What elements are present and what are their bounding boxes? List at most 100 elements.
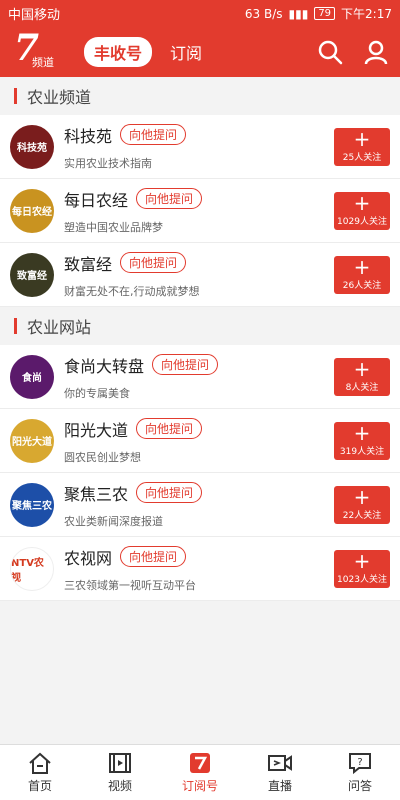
list-item[interactable]: 科技苑 科技苑 向他提问 实用农业技术指南 + 25人关注 [0, 115, 400, 179]
nav-label: 直播 [267, 779, 292, 793]
avatar: 致富经 [10, 252, 54, 297]
plus-icon: + [353, 357, 371, 381]
network-speed: 63 B/s [244, 6, 283, 21]
nav-label: 视频 [107, 779, 132, 793]
item-name: 食尚大转盘 [64, 356, 145, 376]
item-title-row: 每日农经 向他提问 [64, 187, 334, 211]
avatar-text: NTV农视 [11, 557, 44, 584]
avatar: 科技苑 [10, 124, 54, 169]
item-name: 每日农经 [64, 190, 129, 210]
item-desc: 塑造中国农业品牌梦 [64, 220, 163, 234]
item-title-row: 聚焦三农 向他提问 [64, 481, 334, 505]
item-name: 聚焦三农 [64, 484, 129, 504]
follow-button[interactable]: + 25人关注 [334, 127, 390, 166]
nav-subscribe[interactable]: 订阅号 [160, 745, 240, 800]
item-info: 每日农经 向他提问 塑造中国农业品牌梦 [64, 187, 334, 235]
search-icon[interactable] [316, 38, 344, 66]
item-title-row: 科技苑 向他提问 [64, 123, 334, 147]
follow-count: 26人关注 [342, 281, 382, 291]
follow-button[interactable]: + 22人关注 [334, 485, 390, 524]
ask-button[interactable]: 向他提问 [120, 124, 187, 145]
nav-label: 问答 [347, 779, 372, 793]
ask-button[interactable]: 向他提问 [120, 252, 187, 273]
item-desc: 你的专属美食 [64, 386, 130, 400]
section-header-agri-sites: 农业网站 [0, 307, 400, 345]
signal-icon: ▮▮▮ [288, 6, 309, 21]
item-info: 农视网 向他提问 三农领域第一视听互动平台 [64, 545, 334, 593]
item-name: 阳光大道 [64, 420, 129, 440]
section-accent-bar [14, 88, 17, 104]
avatar-text: 食尚 [22, 373, 42, 384]
user-icon[interactable] [362, 38, 390, 66]
item-info: 致富经 向他提问 财富无处不在,行动成就梦想 [64, 251, 334, 299]
list-item[interactable]: NTV农视 农视网 向他提问 三农领域第一视听互动平台 + 1023人关注 [0, 537, 400, 601]
plus-icon: + [353, 127, 371, 151]
list-item[interactable]: 阳光大道 阳光大道 向他提问 圆农民创业梦想 + 319人关注 [0, 409, 400, 473]
tab-subscribe[interactable]: 订阅 [170, 40, 202, 64]
qa-icon: ? [349, 753, 371, 775]
nav-live[interactable]: 直播 [240, 745, 320, 800]
ask-button[interactable]: 向他提问 [152, 354, 219, 375]
list-item[interactable]: 聚焦三农 聚焦三农 向他提问 农业类新闻深度报道 + 22人关注 [0, 473, 400, 537]
item-desc: 农业类新闻深度报道 [64, 514, 163, 528]
battery-icon: 79 [314, 7, 336, 20]
item-name: 农视网 [64, 548, 113, 568]
nav-qa[interactable]: ? 问答 [320, 745, 400, 800]
follow-button[interactable]: + 26人关注 [334, 255, 390, 294]
follow-count: 8人关注 [345, 383, 379, 393]
section-title: 农业网站 [27, 318, 92, 337]
section-header-agri-channel: 农业频道 [0, 77, 400, 115]
avatar-text: 致富经 [17, 271, 47, 282]
nav-label: 订阅号 [181, 779, 218, 793]
follow-count: 319人关注 [339, 447, 385, 457]
item-desc: 圆农民创业梦想 [64, 450, 141, 464]
follow-count: 1023人关注 [337, 575, 387, 585]
item-info: 阳光大道 向他提问 圆农民创业梦想 [64, 417, 334, 465]
avatar-text: 每日农经 [12, 207, 52, 218]
item-title-row: 农视网 向他提问 [64, 545, 334, 569]
nav-home[interactable]: 首页 [0, 745, 80, 800]
avatar: NTV农视 [10, 546, 54, 591]
live-icon [268, 755, 292, 771]
list-item[interactable]: 每日农经 每日农经 向他提问 塑造中国农业品牌梦 + 1029人关注 [0, 179, 400, 243]
follow-button[interactable]: + 1023人关注 [334, 549, 390, 588]
app-logo: 7 频道 [10, 30, 66, 72]
list-item[interactable]: 致富经 致富经 向他提问 财富无处不在,行动成就梦想 + 26人关注 [0, 243, 400, 307]
avatar: 每日农经 [10, 188, 54, 233]
item-desc: 财富无处不在,行动成就梦想 [64, 284, 200, 298]
item-name: 科技苑 [64, 126, 113, 146]
tab-fengshouhao[interactable]: 丰收号 [84, 37, 153, 67]
follow-count: 1029人关注 [337, 217, 387, 227]
plus-icon: + [353, 421, 371, 445]
follow-button[interactable]: + 1029人关注 [334, 191, 390, 230]
item-desc: 三农领域第一视听互动平台 [64, 578, 196, 592]
list-item[interactable]: 食尚 食尚大转盘 向他提问 你的专属美食 + 8人关注 [0, 345, 400, 409]
follow-count: 22人关注 [342, 511, 382, 521]
logo-subtitle: 频道 [32, 56, 54, 69]
top-bar: 7 频道 丰收号 订阅 [0, 27, 400, 77]
avatar: 阳光大道 [10, 418, 54, 463]
item-title-row: 阳光大道 向他提问 [64, 417, 334, 441]
nav-video[interactable]: 视频 [80, 745, 160, 800]
site-list: 食尚 食尚大转盘 向他提问 你的专属美食 + 8人关注 阳光大道 阳光大道 向他… [0, 345, 400, 601]
item-desc: 实用农业技术指南 [64, 156, 152, 170]
follow-count: 25人关注 [342, 153, 382, 163]
ask-button[interactable]: 向他提问 [136, 418, 203, 439]
follow-button[interactable]: + 319人关注 [334, 421, 390, 460]
avatar: 食尚 [10, 354, 54, 399]
plus-icon: + [353, 255, 371, 279]
item-info: 聚焦三农 向他提问 农业类新闻深度报道 [64, 481, 334, 529]
clock: 下午2:17 [341, 7, 392, 21]
section-accent-bar [14, 318, 17, 334]
ask-button[interactable]: 向他提问 [120, 546, 187, 567]
follow-button[interactable]: + 8人关注 [334, 357, 390, 396]
plus-icon: + [353, 549, 371, 573]
bottom-nav: 首页 视频 订阅号 直播 ? 问答 [0, 744, 400, 800]
ask-button[interactable]: 向他提问 [136, 188, 203, 209]
status-right: 63 B/s ▮▮▮ 79 下午2:17 [245, 5, 392, 22]
avatar-text: 阳光大道 [12, 437, 52, 448]
carrier-label: 中国移动 [8, 8, 61, 23]
avatar-text: 科技苑 [17, 143, 47, 154]
ask-button[interactable]: 向他提问 [136, 482, 203, 503]
section-title: 农业频道 [27, 88, 92, 107]
